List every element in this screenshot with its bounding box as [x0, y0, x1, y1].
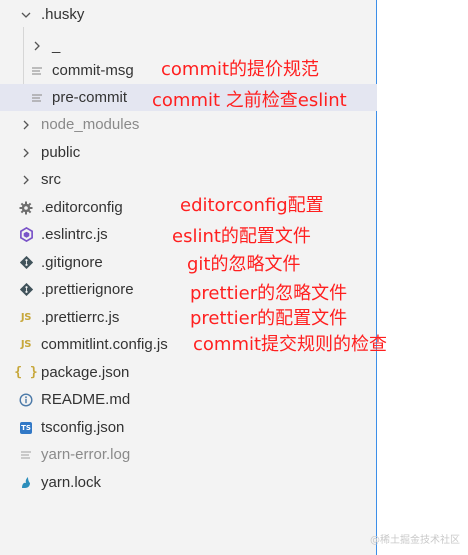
eslint-icon [18, 227, 34, 243]
file-label: .editorconfig [41, 199, 123, 216]
folder-label: public [41, 144, 81, 161]
yarn-icon [18, 475, 34, 491]
file-lines-icon [29, 63, 45, 79]
file-label: tsconfig.json [41, 419, 125, 436]
file-label: .prettierignore [41, 281, 134, 298]
annotation-eslintrc: eslint的配置文件 [172, 226, 311, 247]
file-label: commitlint.config.js [41, 336, 168, 353]
file-label: .gitignore [41, 254, 103, 271]
info-icon [18, 392, 34, 408]
chevron-down-icon [18, 7, 34, 23]
file-label: .prettierrc.js [41, 309, 120, 326]
watermark: @稀土掘金技术社区 [370, 535, 460, 546]
git-icon [18, 282, 34, 298]
file-yarn-lock[interactable]: yarn.lock [0, 469, 377, 496]
file-label: yarn.lock [41, 474, 102, 491]
json-icon: { } [14, 365, 38, 380]
file-tsconfig[interactable]: TS tsconfig.json [0, 414, 377, 441]
annotation-editorconfig: editorconfig配置 [180, 195, 324, 216]
chevron-right-icon [18, 172, 34, 188]
annotation-gitignore: git的忽略文件 [187, 254, 301, 275]
folder-node-modules[interactable]: node_modules [0, 111, 377, 138]
chevron-right-icon [29, 38, 45, 54]
file-label: pre-commit [52, 89, 128, 106]
chevron-right-icon [18, 117, 34, 133]
gear-icon [18, 200, 34, 216]
folder-label: .husky [41, 6, 85, 23]
annotation-prettierrc: prettier的配置文件 [190, 308, 348, 329]
folder-husky[interactable]: .husky [0, 1, 377, 28]
folder-src[interactable]: src [0, 166, 377, 193]
ts-badge: TS [20, 421, 32, 434]
annotation-pre-commit: commit 之前检查eslint [152, 90, 347, 111]
file-lines-icon [18, 447, 34, 463]
chevron-right-icon [18, 145, 34, 161]
file-label: commit-msg [52, 62, 134, 79]
annotation-commit-msg: commit的提价规范 [161, 59, 320, 80]
file-explorer: .husky _ commit-msg pre-commit node_modu… [0, 0, 377, 555]
file-lines-icon [29, 90, 45, 106]
annotation-prettierignore: prettier的忽略文件 [190, 283, 348, 304]
file-label: yarn-error.log [41, 446, 131, 463]
folder-underscore[interactable]: _ [0, 32, 377, 59]
annotation-commitlint: commit提交规则的检查 [193, 334, 388, 355]
git-icon [18, 255, 34, 271]
file-label: README.md [41, 391, 131, 408]
js-icon: JS [20, 312, 32, 323]
file-label: package.json [41, 364, 130, 381]
folder-label: src [41, 171, 61, 188]
js-icon: JS [20, 339, 32, 350]
screenshot: .husky _ commit-msg pre-commit node_modu… [0, 0, 468, 555]
typescript-icon: TS [18, 420, 34, 436]
folder-label: _ [52, 37, 61, 54]
file-label: .eslintrc.js [41, 226, 108, 243]
file-package-json[interactable]: { } package.json [0, 359, 377, 386]
file-readme[interactable]: README.md [0, 386, 377, 413]
file-yarn-error-log[interactable]: yarn-error.log [0, 441, 377, 468]
folder-public[interactable]: public [0, 139, 377, 166]
folder-label: node_modules [41, 116, 140, 133]
